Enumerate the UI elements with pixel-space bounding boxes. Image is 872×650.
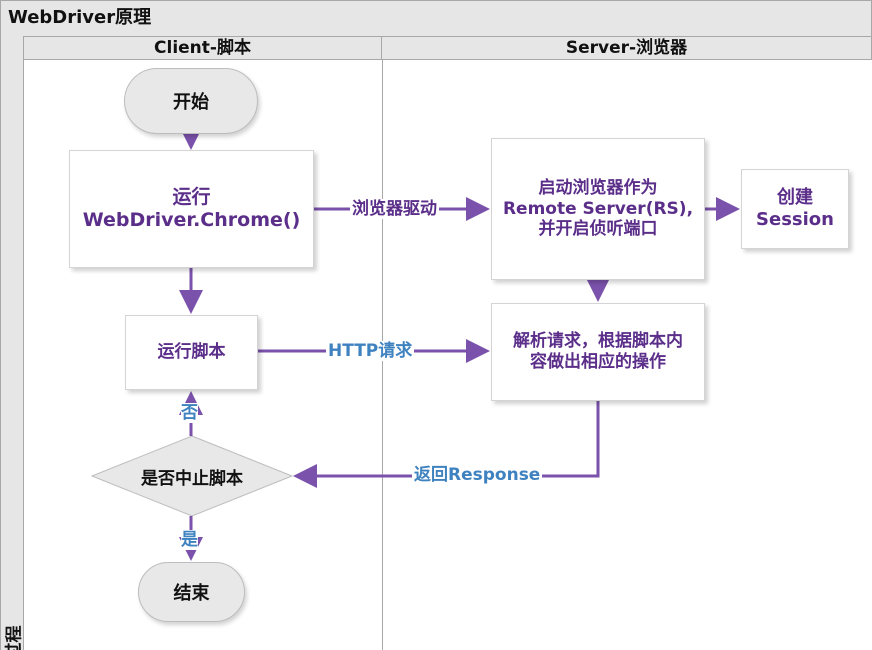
- launch-browser-box: 启动浏览器作为 Remote Server(RS), 并开启侦听端口: [491, 138, 705, 280]
- start-terminal: 开始: [124, 68, 258, 134]
- run-chrome-line-2: WebDriver.Chrome(): [82, 209, 301, 231]
- parse-line-2: 容做出相应的操作: [530, 352, 666, 372]
- run-script-box: 运行脚本: [125, 315, 258, 390]
- end-terminal: 结束: [138, 562, 245, 622]
- edge-label-no: 否: [181, 403, 198, 423]
- launch-line-2: Remote Server(RS),: [502, 198, 694, 219]
- parse-request-box: 解析请求，根据脚本内 容做出相应的操作: [491, 303, 705, 401]
- session-line-1: 创建: [776, 187, 813, 209]
- create-session-box: 创建 Session: [741, 169, 849, 249]
- decision-label: 是否中止脚本: [141, 468, 243, 489]
- run-chrome-line-1: 运行: [172, 185, 211, 208]
- edge-label-http-request: HTTP请求: [326, 341, 415, 361]
- edge-label-return-response: 返回Response: [412, 465, 543, 485]
- launch-line-1: 启动浏览器作为: [538, 177, 658, 198]
- edge-label-yes: 是: [181, 530, 198, 550]
- run-webdriver-chrome-box: 运行 WebDriver.Chrome(): [69, 150, 314, 268]
- launch-line-3: 并开启侦听端口: [538, 219, 658, 240]
- session-line-2: Session: [756, 209, 834, 230]
- edge-label-browser-driver: 浏览器驱动: [350, 199, 439, 219]
- parse-line-1: 解析请求，根据脚本内: [513, 331, 683, 352]
